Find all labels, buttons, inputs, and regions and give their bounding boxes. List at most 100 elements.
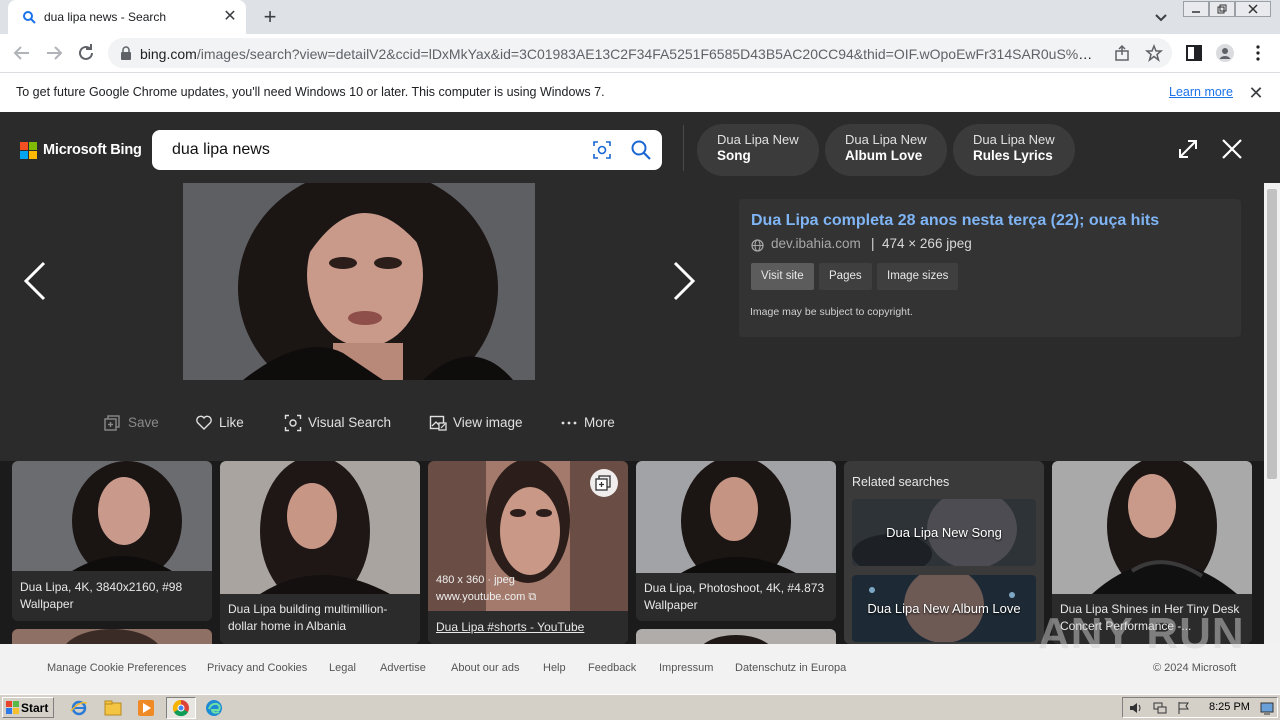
pill-bottom-text: Album Love: [845, 148, 923, 163]
copyright-notice: Image may be subject to copyright.: [750, 306, 913, 318]
edge-icon[interactable]: [205, 699, 223, 717]
expand-icon[interactable]: [1176, 137, 1200, 161]
result-title[interactable]: Dua Lipa, Photoshoot, 4K, #4.873 Wallpap…: [644, 580, 830, 614]
search-box[interactable]: dua lipa news: [152, 130, 662, 170]
collect-button[interactable]: [590, 469, 618, 497]
heart-icon: [196, 415, 212, 430]
start-button[interactable]: Start: [2, 697, 54, 718]
url-text: bing.com/images/search?view=detailV2&cci…: [140, 46, 1100, 62]
pages-button[interactable]: Pages: [819, 263, 872, 290]
like-label: Like: [219, 415, 244, 430]
infobar-close-icon[interactable]: ✕: [1247, 84, 1265, 102]
view-image-icon: [429, 415, 447, 431]
source-domain[interactable]: dev.ibahia.com: [771, 236, 861, 251]
footer-link-help[interactable]: Help: [543, 662, 566, 674]
footer-link-privacy[interactable]: Privacy and Cookies: [207, 662, 307, 674]
network-icon[interactable]: [1153, 701, 1167, 715]
url-path: /images/search?view=detailV2&ccid=lDxMkY…: [196, 46, 1100, 62]
visual-search-icon[interactable]: [592, 140, 612, 160]
globe-icon: [751, 239, 764, 252]
result-thumbnail[interactable]: [220, 461, 420, 594]
result-card[interactable]: 480 x 360 · jpeg www.youtube.com ⧉ Dua L…: [428, 461, 628, 644]
window-close-button[interactable]: [1235, 1, 1271, 17]
chrome-taskbar-button[interactable]: [166, 697, 196, 719]
back-arrow-icon[interactable]: [11, 42, 33, 64]
start-label: Start: [21, 701, 49, 715]
related-search-new-song[interactable]: Dua Lipa New Song: [852, 499, 1036, 566]
close-icon[interactable]: [1220, 137, 1244, 161]
tab-search-chevron-icon[interactable]: [1152, 8, 1170, 26]
show-desktop-icon[interactable]: [1260, 701, 1274, 715]
star-icon[interactable]: [1145, 44, 1163, 62]
image-sizes-button[interactable]: Image sizes: [877, 263, 959, 290]
chevron-left-icon[interactable]: [22, 261, 48, 301]
footer-link-feedback[interactable]: Feedback: [588, 662, 636, 674]
internet-explorer-icon[interactable]: [70, 699, 88, 717]
result-thumbnail[interactable]: [12, 629, 212, 644]
share-icon[interactable]: [1113, 44, 1131, 62]
visit-site-button[interactable]: Visit site: [751, 263, 814, 290]
main-image[interactable]: [183, 183, 535, 380]
visual-search-icon: [284, 414, 302, 432]
scrollbar-thumb[interactable]: [1267, 189, 1277, 479]
footer-link-advertise[interactable]: Advertise: [380, 662, 426, 674]
result-card[interactable]: Dua Lipa, Photoshoot, 4K, #4.873 Wallpap…: [636, 461, 836, 621]
clock[interactable]: 8:25 PM: [1209, 701, 1250, 713]
forward-arrow-icon[interactable]: [43, 42, 65, 64]
footer-link-legal[interactable]: Legal: [329, 662, 356, 674]
result-card[interactable]: [12, 629, 212, 644]
image-info-card: Dua Lipa completa 28 anos nesta terça (2…: [739, 199, 1241, 337]
page-scrollbar[interactable]: [1264, 183, 1280, 644]
volume-icon[interactable]: [1129, 701, 1143, 715]
related-pill-song[interactable]: Dua Lipa New Song: [697, 124, 819, 176]
url-host: bing.com: [140, 46, 197, 62]
result-card[interactable]: Dua Lipa, 4K, 3840x2160, #98 Wallpaper: [12, 461, 212, 621]
new-tab-button[interactable]: +: [258, 5, 282, 29]
minimize-button[interactable]: [1183, 1, 1209, 17]
related-searches-card: Related searches Dua Lipa New Song Dua L…: [844, 461, 1044, 644]
save-icon: [104, 415, 120, 431]
related-pill-rules-lyrics[interactable]: Dua Lipa New Rules Lyrics: [953, 124, 1075, 176]
address-bar[interactable]: bing.com/images/search?view=detailV2&cci…: [108, 38, 1172, 68]
footer-link-impressum[interactable]: Impressum: [659, 662, 713, 674]
related-search-label: Dua Lipa New Song: [886, 525, 1002, 540]
side-panel-icon[interactable]: [1184, 43, 1204, 63]
result-thumbnail[interactable]: [1052, 461, 1252, 594]
restore-button[interactable]: [1209, 1, 1235, 17]
result-card[interactable]: Dua Lipa building multimillion-dollar ho…: [220, 461, 420, 644]
result-thumbnail[interactable]: [636, 629, 836, 644]
tab-close-icon[interactable]: ✕: [222, 9, 238, 25]
pill-bottom-text: Rules Lyrics: [973, 148, 1053, 163]
reload-icon[interactable]: [75, 42, 97, 64]
image-dims-text: 474 × 266 jpeg: [882, 236, 972, 251]
learn-more-link[interactable]: Learn more: [1169, 85, 1233, 99]
chevron-right-icon[interactable]: [671, 261, 697, 301]
file-explorer-icon[interactable]: [104, 699, 122, 717]
footer-link-about-ads[interactable]: About our ads: [451, 662, 520, 674]
browser-toolbar: bing.com/images/search?view=detailV2&cci…: [0, 34, 1280, 72]
search-input[interactable]: dua lipa news: [172, 141, 270, 159]
footer-link-datenschutz[interactable]: Datenschutz in Europa: [735, 662, 846, 674]
footer-copyright: © 2024 Microsoft: [1153, 662, 1237, 674]
footer-link-cookie-preferences[interactable]: Manage Cookie Preferences: [47, 662, 186, 674]
result-thumbnail[interactable]: [12, 461, 212, 571]
image-detail-panel: Dua Lipa completa 28 anos nesta terça (2…: [0, 183, 1264, 461]
infobar-message: To get future Google Chrome updates, you…: [16, 85, 605, 99]
result-thumbnail[interactable]: [636, 461, 836, 573]
search-icon[interactable]: [630, 139, 652, 161]
menu-icon[interactable]: [1248, 43, 1268, 63]
browser-tab[interactable]: dua lipa news - Search ✕: [8, 0, 246, 34]
related-search-new-album-love[interactable]: Dua Lipa New Album Love: [852, 575, 1036, 642]
action-center-flag-icon[interactable]: [1177, 701, 1191, 715]
related-pill-album-love[interactable]: Dua Lipa New Album Love: [825, 124, 947, 176]
result-title[interactable]: Dua Lipa, 4K, 3840x2160, #98 Wallpaper: [20, 579, 206, 613]
result-card[interactable]: [636, 629, 836, 644]
anyrun-watermark: ANY RUN: [1038, 609, 1245, 658]
profile-icon[interactable]: [1215, 43, 1235, 63]
media-player-icon[interactable]: [137, 699, 155, 717]
result-title[interactable]: Dua Lipa building multimillion-dollar ho…: [228, 601, 414, 635]
result-title-link[interactable]: Dua Lipa #shorts - YouTube: [436, 620, 584, 634]
lock-icon[interactable]: [120, 46, 132, 60]
bing-logo[interactable]: Microsoft Bing: [20, 142, 142, 162]
image-title-link[interactable]: Dua Lipa completa 28 anos nesta terça (2…: [751, 212, 1159, 230]
